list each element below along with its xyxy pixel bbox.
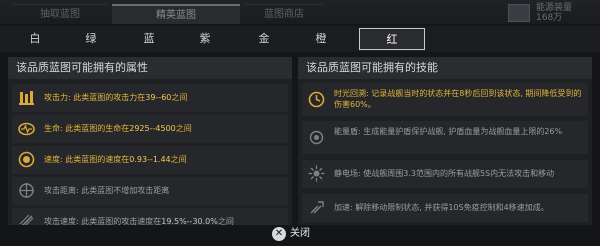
close-button[interactable]: ✕ 关闭 (272, 227, 332, 243)
attribute-suffix: 之间 (217, 217, 234, 225)
accelerate-icon (308, 199, 325, 216)
time-rewind-icon (308, 91, 325, 108)
attribute-row-attack-speed: 攻击速度: 此类蓝图的攻击速度在19.5%--30.0%之间 (12, 208, 288, 225)
attribute-suffix: 之间 (171, 93, 188, 102)
tab-blueprint-shop[interactable]: 蓝图商店 (244, 4, 324, 24)
attribute-value: 19.5%--30.0% (161, 217, 218, 225)
attribute-suffix: 之间 (170, 155, 187, 164)
attack-icon (18, 89, 35, 106)
resource-label: 能源装量 (536, 3, 573, 13)
quality-tab-red[interactable]: 红 (359, 28, 425, 50)
top-tab-bar: 抽取蓝图 精英蓝图 蓝图商店 能源装量 168万 (0, 0, 600, 24)
attribute-row-speed: 速度: 此类蓝图的速度在0.93--1.44之间 (12, 146, 288, 174)
tab-draw-blueprint[interactable]: 抽取蓝图 (12, 4, 108, 24)
speed-icon (18, 151, 35, 168)
attribute-value: 0.93--1.44 (129, 155, 171, 164)
attribute-suffix: 之间 (175, 124, 192, 133)
attribute-text: 攻击速度: 此类蓝图的攻击速度在 (44, 217, 162, 225)
quality-tab-orange[interactable]: 橙 (288, 28, 354, 50)
attribute-text: 生命: 此类蓝图的生命在 (44, 124, 130, 133)
skill-text: 能量盾: 生成能量护盾保护战舰, 护盾血量为战舰血量上限的26% (334, 127, 563, 136)
energy-shield-icon (308, 129, 325, 146)
attribute-row-range: 攻击距离: 此类蓝图不增加攻击距离 (12, 177, 288, 205)
attribute-value: 39--60 (145, 93, 172, 102)
close-label: 关闭 (290, 228, 310, 239)
attribute-value: 2925--4500 (129, 124, 176, 133)
attributes-title: 该品质蓝图可能拥有的属性 (8, 57, 292, 79)
tab-elite-blueprint[interactable]: 精英蓝图 (112, 4, 240, 24)
skill-text: 加速: 解除移动限制状态, 并获得10S免疫控制和4移速加成。 (334, 203, 549, 212)
static-field-icon (308, 165, 325, 182)
attribute-row-health: 生命: 此类蓝图的生命在2925--4500之间 (12, 115, 288, 143)
skill-text: 静电场: 使战舰周围3.3范围内的所有战舰5S内无法攻击和移动 (334, 169, 555, 178)
skill-text: 时光回溯: 记录战舰当时的状态并在8秒后回到该状态, 期间降低受到的伤害60%。 (334, 89, 582, 109)
attribute-text: 攻击力: 此类蓝图的攻击力在 (44, 93, 146, 102)
quality-tab-green[interactable]: 绿 (58, 28, 124, 50)
skill-row-accelerate: 加速: 解除移动限制状态, 并获得10S免疫控制和4移速加成。 (302, 194, 588, 222)
attributes-panel: 该品质蓝图可能拥有的属性 攻击力: 此类蓝图的攻击力在39--60之间 生命: … (8, 57, 292, 225)
skill-row-static-field: 静电场: 使战舰周围3.3范围内的所有战舰5S内无法攻击和移动 (302, 160, 588, 188)
container-icon (508, 4, 530, 22)
close-icon: ✕ (272, 227, 286, 241)
skills-title: 该品质蓝图可能拥有的技能 (298, 57, 592, 79)
attribute-text: 速度: 此类蓝图的速度在 (44, 155, 130, 164)
resource-value: 168万 (536, 13, 563, 23)
skills-panel: 该品质蓝图可能拥有的技能 时光回溯: 记录战舰当时的状态并在8秒后回到该状态, … (298, 57, 592, 225)
quality-filter-bar: 白 绿 蓝 紫 金 橙 红 (0, 26, 600, 52)
quality-tab-purple[interactable]: 紫 (172, 28, 238, 50)
attribute-text: 攻击距离: 此类蓝图不增加攻击距离 (44, 186, 170, 195)
attack-speed-icon (18, 213, 35, 225)
range-icon (18, 182, 35, 199)
attribute-row-attack: 攻击力: 此类蓝图的攻击力在39--60之间 (12, 84, 288, 112)
skill-row-time-rewind: 时光回溯: 记录战舰当时的状态并在8秒后回到该状态, 期间降低受到的伤害60%。 (302, 83, 588, 116)
energy-resource: 能源装量 168万 (496, 2, 592, 24)
health-icon (18, 120, 35, 137)
skill-row-energy-shield: 能量盾: 生成能量护盾保护战舰, 护盾血量为战舰血量上限的26% (302, 121, 588, 154)
